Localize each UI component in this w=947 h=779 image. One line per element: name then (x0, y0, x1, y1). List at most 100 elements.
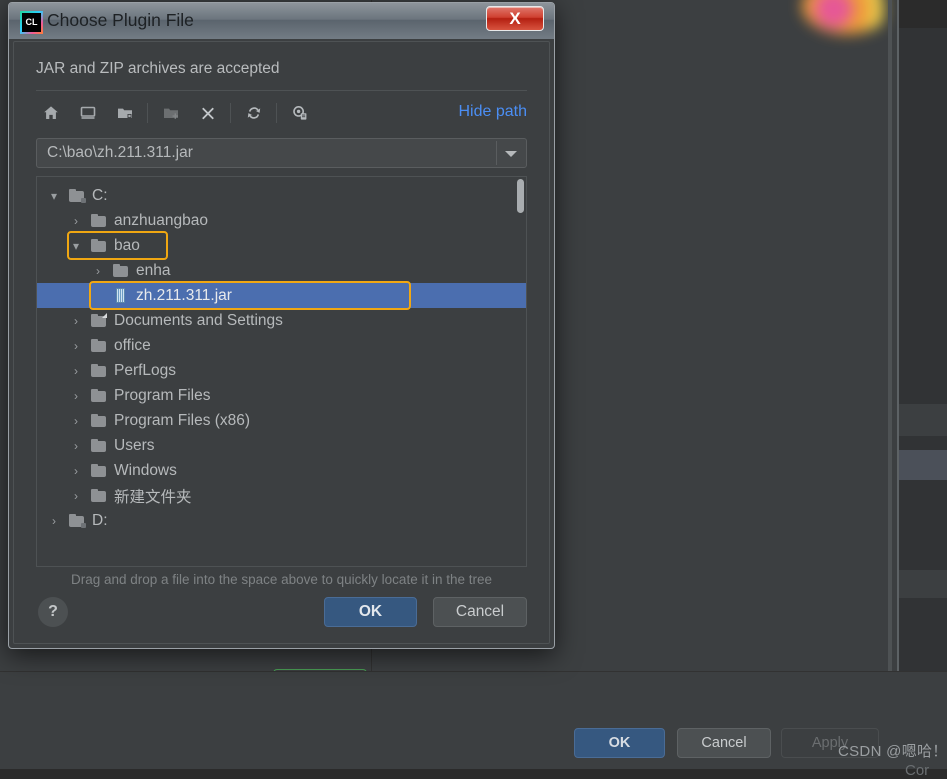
folder-icon (91, 464, 107, 477)
combobox-divider (496, 141, 497, 165)
drive-icon (69, 189, 86, 203)
folder-icon (91, 364, 107, 377)
path-input[interactable]: C:\bao\zh.211.311.jar (47, 144, 193, 162)
tree-item-label: enha (136, 261, 171, 279)
hide-path-link[interactable]: Hide path (459, 103, 528, 121)
tree-item[interactable]: › Program Files (x86) (37, 408, 526, 433)
tree-item-label: zh.211.311.jar (136, 286, 232, 304)
chevron-right-icon[interactable]: › (69, 215, 83, 227)
tree-item[interactable]: › PerfLogs (37, 358, 526, 383)
folder-icon (91, 339, 107, 352)
tree-item-label: D: (92, 511, 108, 529)
tree-item[interactable]: › Documents and Settings (37, 308, 526, 333)
clion-app-icon: CL (20, 11, 43, 34)
help-glyph: ? (48, 603, 58, 620)
divider (36, 90, 527, 91)
action-bar-divider (0, 671, 947, 672)
desktop-icon[interactable] (73, 98, 103, 128)
plugin-logo-icon (802, 0, 892, 34)
tree-item-label: office (114, 336, 151, 354)
accepted-formats-label: JAR and ZIP archives are accepted (36, 60, 280, 77)
chevron-right-icon[interactable]: › (47, 515, 61, 527)
choose-plugin-file-dialog: CL Choose Plugin File X JAR and ZIP arch… (8, 2, 555, 649)
dialog-title: Choose Plugin File (47, 10, 194, 30)
vertical-scrollbar[interactable] (888, 0, 892, 769)
tree-item[interactable]: › 新建文件夹 (37, 483, 526, 508)
folder-icon (113, 264, 129, 277)
folder-icon (91, 439, 107, 452)
strip-row-selected (899, 450, 947, 480)
file-chooser-toolbar: Hide path (36, 94, 527, 132)
strip-row (899, 404, 947, 436)
strip-row (899, 0, 947, 28)
tree-item[interactable]: › office (37, 333, 526, 358)
drag-drop-hint: Drag and drop a file into the space abov… (70, 572, 492, 587)
tree-item-label: Windows (114, 461, 177, 479)
home-icon[interactable] (36, 98, 66, 128)
folder-icon (91, 414, 107, 427)
show-hidden-icon[interactable] (285, 98, 315, 128)
watermark-text-secondary: Cor (905, 762, 930, 779)
chevron-right-icon[interactable]: › (69, 340, 83, 352)
chevron-right-icon[interactable]: › (91, 265, 105, 277)
folder-icon (91, 489, 107, 502)
refresh-icon[interactable] (239, 98, 269, 128)
toolbar-separator (230, 103, 231, 123)
dialog-titlebar[interactable]: CL Choose Plugin File X (9, 3, 554, 39)
strip-row (899, 570, 947, 598)
close-icon[interactable]: X (486, 6, 544, 31)
tree-item[interactable]: › Users (37, 433, 526, 458)
chevron-right-icon[interactable]: › (69, 315, 83, 327)
chevron-right-icon[interactable]: › (69, 490, 83, 502)
tree-item-label: 新建文件夹 (114, 488, 192, 506)
tree-item-label: Documents and Settings (114, 311, 283, 329)
jar-file-icon (113, 288, 129, 303)
chevron-right-icon[interactable]: › (69, 415, 83, 427)
tree-item[interactable]: ▾ C: (37, 183, 526, 208)
folder-shortcut-icon (91, 313, 107, 327)
tree-item[interactable]: › anzhuangbao (37, 208, 526, 233)
app-icon-text: CL (25, 17, 38, 27)
close-glyph: X (509, 9, 521, 28)
folder-icon (91, 239, 107, 252)
tree-item-label: PerfLogs (114, 361, 177, 379)
right-edge-strip (899, 0, 947, 769)
tree-item-label: Users (114, 436, 155, 454)
file-tree[interactable]: ▾ C: › anzhuangbao ▾ bao › enha zh.211.311.jar › D… (36, 176, 527, 567)
tree-item[interactable]: › Program Files (37, 383, 526, 408)
icon-badge (81, 198, 86, 203)
tree-item[interactable]: zh.211.311.jar (37, 283, 526, 308)
delete-icon[interactable] (193, 98, 223, 128)
tree-item[interactable]: › D: (37, 508, 526, 533)
chevron-down-icon[interactable]: ▾ (47, 190, 61, 202)
chevron-right-icon[interactable]: › (69, 440, 83, 452)
dialog-body: JAR and ZIP archives are accepted Hide p… (13, 41, 550, 644)
folder-icon (91, 214, 107, 227)
chevron-right-icon[interactable]: › (69, 465, 83, 477)
toolbar-separator (147, 103, 148, 123)
tree-item-label: C: (92, 186, 108, 204)
dialog-cancel-button[interactable]: Cancel (433, 597, 527, 627)
help-icon[interactable]: ? (38, 597, 68, 627)
icon-badge (102, 313, 107, 318)
path-combobox[interactable]: C:\bao\zh.211.311.jar (36, 138, 527, 168)
chevron-down-icon[interactable] (505, 151, 517, 157)
tree-item[interactable]: › enha (37, 258, 526, 283)
tree-item[interactable]: ▾ bao (37, 233, 526, 258)
chevron-right-icon[interactable]: › (69, 390, 83, 402)
chevron-down-icon[interactable]: ▾ (69, 240, 83, 252)
tree-item-label: bao (114, 236, 140, 254)
tree-item[interactable]: › Windows (37, 458, 526, 483)
project-folder-icon[interactable] (110, 98, 140, 128)
drive-icon (69, 514, 86, 528)
icon-badge (81, 523, 86, 528)
dialog-ok-button[interactable]: OK (324, 597, 417, 627)
tree-item-label: Program Files (x86) (114, 411, 251, 429)
settings-ok-button[interactable]: OK (574, 728, 665, 758)
watermark-text: CSDN @嗯哈！ (838, 743, 947, 760)
folder-icon (91, 389, 107, 402)
toolbar-separator (276, 103, 277, 123)
tree-item-label: anzhuangbao (114, 211, 208, 229)
chevron-right-icon[interactable]: › (69, 365, 83, 377)
settings-cancel-button[interactable]: Cancel (677, 728, 771, 758)
